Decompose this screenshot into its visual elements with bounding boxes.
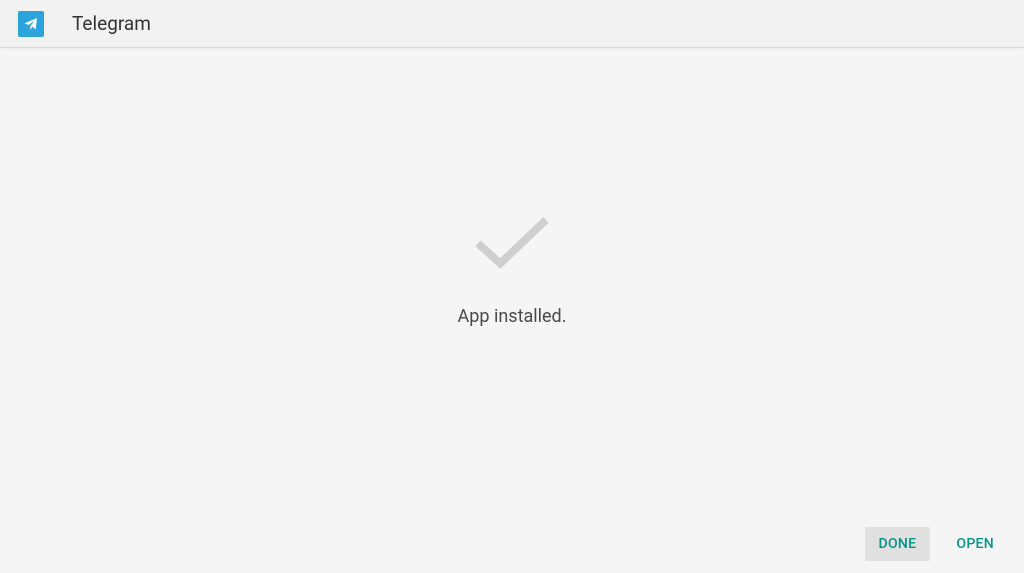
app-header: Telegram: [0, 0, 1024, 48]
open-button[interactable]: OPEN: [942, 527, 1008, 561]
status-message: App installed.: [458, 306, 567, 327]
install-status: App installed.: [458, 214, 567, 327]
checkmark-icon: [473, 214, 551, 278]
app-title: Telegram: [72, 12, 151, 35]
main-content: App installed. DONE OPEN: [0, 48, 1024, 573]
done-button[interactable]: DONE: [865, 527, 931, 561]
action-bar: DONE OPEN: [865, 527, 1008, 561]
telegram-icon: [18, 11, 44, 37]
